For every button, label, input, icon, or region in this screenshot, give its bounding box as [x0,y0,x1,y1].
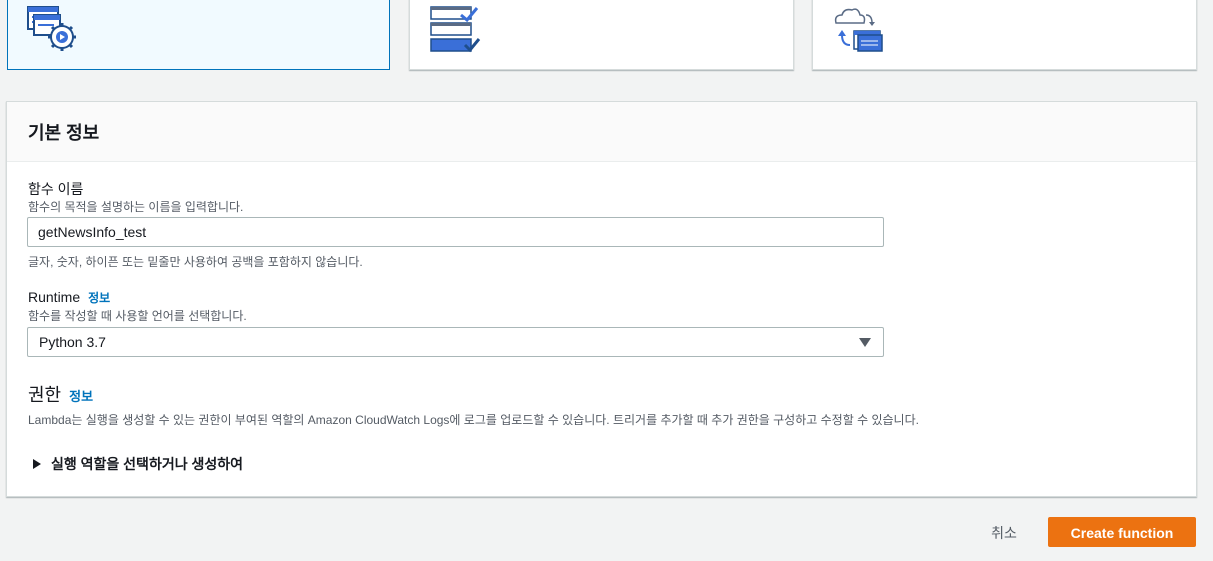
runtime-select-value: Python 3.7 [39,334,106,350]
runtime-select[interactable]: Python 3.7 [27,327,884,357]
option-card-use-blueprint[interactable] [409,0,794,70]
caret-down-icon [859,338,871,347]
create-function-button[interactable]: Create function [1048,517,1196,547]
option-card-author-from-scratch[interactable] [7,0,390,70]
cancel-button[interactable]: 취소 [975,516,1033,548]
runtime-label-row: Runtime 정보 [28,289,110,306]
panel-title: 기본 정보 [28,123,100,143]
execution-role-expander[interactable]: 실행 역할을 선택하거나 생성하여 [33,454,243,474]
browse-serverless-repo-icon [832,5,884,58]
function-name-label: 함수 이름 [28,181,84,197]
function-name-input[interactable] [27,217,884,247]
basic-info-panel: 기본 정보 함수 이름 함수의 목적을 설명하는 이름을 입력합니다. 글자, … [6,101,1197,497]
permissions-info-link[interactable]: 정보 [69,389,93,404]
panel-header: 기본 정보 [7,102,1196,162]
runtime-info-link[interactable]: 정보 [88,291,110,305]
runtime-label: Runtime [28,289,81,305]
execution-role-expander-label: 실행 역할을 선택하거나 생성하여 [51,456,243,472]
permissions-description: Lambda는 실행을 생성할 수 있는 권한이 부여된 역할의 Amazon … [28,413,919,427]
permissions-heading: 권한 [28,385,62,405]
author-from-scratch-icon [26,5,78,58]
function-name-hint: 글자, 숫자, 하이픈 또는 밑줄만 사용하여 공백을 포함하지 않습니다. [28,255,363,269]
permissions-heading-row: 권한 정보 [28,381,93,407]
function-name-description: 함수의 목적을 설명하는 이름을 입력합니다. [28,200,244,214]
option-card-browse-serverless-repo[interactable] [812,0,1197,70]
use-blueprint-icon [429,5,481,58]
runtime-description: 함수를 작성할 때 사용할 언어를 선택합니다. [28,309,247,323]
caret-right-icon [33,459,41,470]
